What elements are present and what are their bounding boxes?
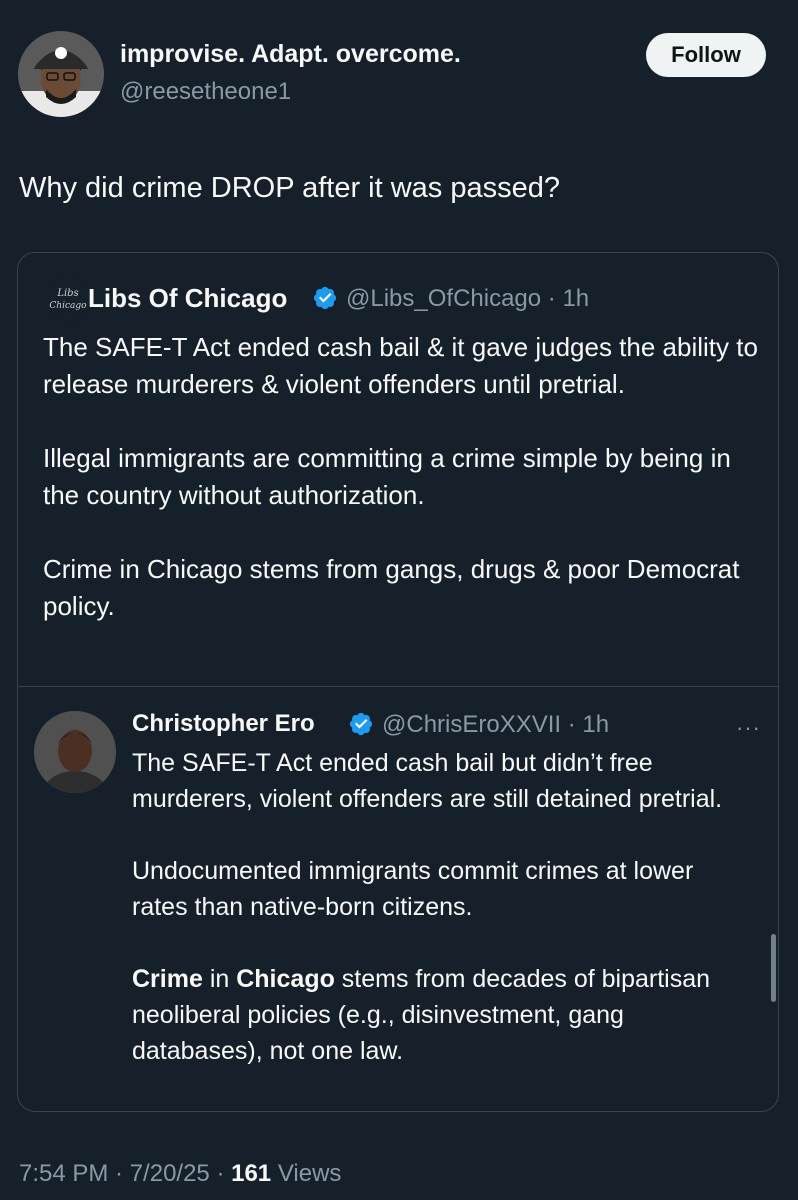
reply-paragraph: Undocumented immigrants commit crimes at… <box>132 857 694 921</box>
quoted-tweet-text: The SAFE-T Act ended cash bail & it gave… <box>43 329 763 662</box>
scrollbar[interactable] <box>771 934 776 1002</box>
reply-display-name[interactable]: Christopher Ero <box>132 710 315 738</box>
tweet-metadata: 7:54 PM · 7/20/25 · 161 Views <box>19 1160 341 1188</box>
author-handle[interactable]: @reesetheone1 <box>120 78 291 106</box>
verified-badge-icon <box>313 286 337 310</box>
reply-text: The SAFE-T Act ended cash bail but didn’… <box>132 745 752 1105</box>
svg-text:Libs: Libs <box>56 288 78 299</box>
quoted-tweet-card[interactable]: Libs Chicago Libs Of Chicago @Libs_OfChi… <box>17 252 779 1112</box>
bold-word: Crime <box>132 965 203 993</box>
bold-word: Chicago <box>236 965 335 993</box>
quoted-avatar[interactable]: Libs Chicago <box>46 277 90 321</box>
views-label: Views <box>271 1160 342 1187</box>
reply-avatar[interactable] <box>34 711 116 793</box>
views-count: 161 <box>231 1160 272 1187</box>
timestamp[interactable]: 7:54 PM · 7/20/25 · <box>19 1160 231 1187</box>
quoted-handle-time[interactable]: @Libs_OfChicago · 1h <box>346 285 589 313</box>
svg-text:Chicago: Chicago <box>49 301 87 311</box>
text-run: in <box>202 965 237 993</box>
divider <box>18 686 778 687</box>
quoted-display-name[interactable]: Libs Of Chicago <box>88 283 287 314</box>
quoted-paragraph: Illegal immigrants are committing a crim… <box>43 443 731 510</box>
reply-paragraph: The SAFE-T Act ended cash bail but didn’… <box>132 749 723 813</box>
reply-paragraph: Crime in Chicago stems from decades of b… <box>132 961 752 1069</box>
reply-handle-time[interactable]: @ChrisEroXXVII · 1h <box>382 711 609 739</box>
follow-button[interactable]: Follow <box>646 33 766 77</box>
verified-badge-icon <box>349 712 373 736</box>
author-avatar[interactable] <box>18 31 104 117</box>
quoted-paragraph: Crime in Chicago stems from gangs, drugs… <box>43 554 740 621</box>
quoted-paragraph: The SAFE-T Act ended cash bail & it gave… <box>43 332 758 399</box>
tweet-text: Why did crime DROP after it was passed? <box>19 172 560 204</box>
author-display-name[interactable]: improvise. Adapt. overcome. <box>120 40 461 69</box>
more-options-icon[interactable]: ··· <box>736 715 766 740</box>
